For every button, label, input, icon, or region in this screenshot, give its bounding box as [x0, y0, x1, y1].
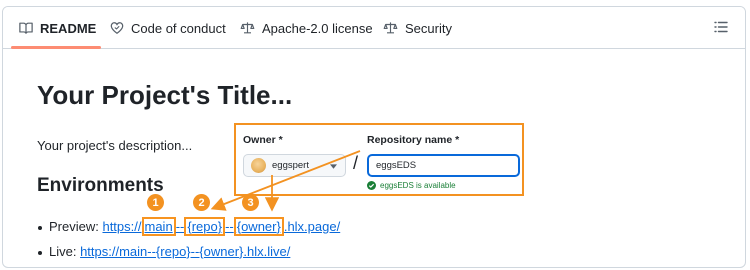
environments-heading: Environments — [37, 175, 164, 196]
tab-readme-label: README — [40, 20, 97, 36]
law-icon — [240, 22, 255, 34]
tab-security-label: Security — [405, 20, 452, 36]
owner-label: Owner * — [243, 134, 283, 146]
step-badge-2: 2 — [193, 194, 210, 211]
live-list-item: Live: https://main--{repo}--{owner}.hlx.… — [37, 244, 290, 259]
check-circle-icon — [367, 181, 376, 190]
preview-list-item: Preview: https://main -- {repo} -- {owner} .h… — [37, 217, 340, 236]
tab-code-of-conduct[interactable]: Code of conduct — [110, 7, 226, 49]
book-icon — [19, 22, 33, 34]
list-icon — [714, 21, 728, 33]
preview-sep-2: -- — [225, 219, 234, 234]
preview-part-owner: {owner} — [233, 217, 284, 236]
readme-title: Your Project's Title... — [37, 80, 293, 110]
tab-license-label: Apache-2.0 license — [262, 20, 373, 36]
live-link[interactable]: https://main--{repo}--{owner}.hlx.live/ — [80, 244, 290, 259]
repo-name-label: Repository name * — [367, 134, 460, 146]
tab-readme[interactable]: README — [19, 7, 96, 49]
owner-avatar — [251, 158, 266, 173]
active-tab-indicator — [11, 46, 101, 49]
owner-repo-separator: / — [353, 153, 359, 173]
outline-button[interactable] — [713, 19, 731, 37]
availability-message: eggsEDS is available — [367, 181, 456, 190]
step-badge-3: 3 — [242, 194, 259, 211]
readme-description: Your project's description... — [37, 138, 193, 153]
preview-link-prefix: https:// — [102, 219, 142, 234]
preview-part-main: main — [141, 217, 176, 236]
preview-link[interactable]: https://main -- {repo} -- {owner} .hlx.page/ — [102, 217, 340, 236]
heart-icon — [110, 22, 124, 34]
owner-value: eggspert — [272, 160, 309, 171]
chevron-down-icon — [330, 164, 337, 169]
preview-label: Preview: — [49, 219, 103, 234]
readme-panel: README Code of conduct Apache-2.0 licens… — [2, 6, 746, 268]
owner-select[interactable]: eggspert — [243, 154, 346, 177]
readme-tab-bar: README Code of conduct Apache-2.0 licens… — [3, 7, 745, 49]
live-label: Live: — [49, 244, 81, 259]
tab-security[interactable]: Security — [383, 7, 452, 49]
tab-code-of-conduct-label: Code of conduct — [131, 20, 226, 36]
preview-part-repo: {repo} — [184, 217, 226, 236]
law-icon — [383, 22, 398, 34]
preview-link-suffix: .hlx.page/ — [283, 219, 341, 234]
repo-form-screenshot: Owner * Repository name * eggspert / egg… — [234, 123, 524, 196]
availability-text: eggsEDS is available — [380, 181, 456, 190]
step-badge-1: 1 — [147, 194, 164, 211]
repo-name-input[interactable] — [367, 154, 520, 177]
tab-license[interactable]: Apache-2.0 license — [240, 7, 373, 49]
